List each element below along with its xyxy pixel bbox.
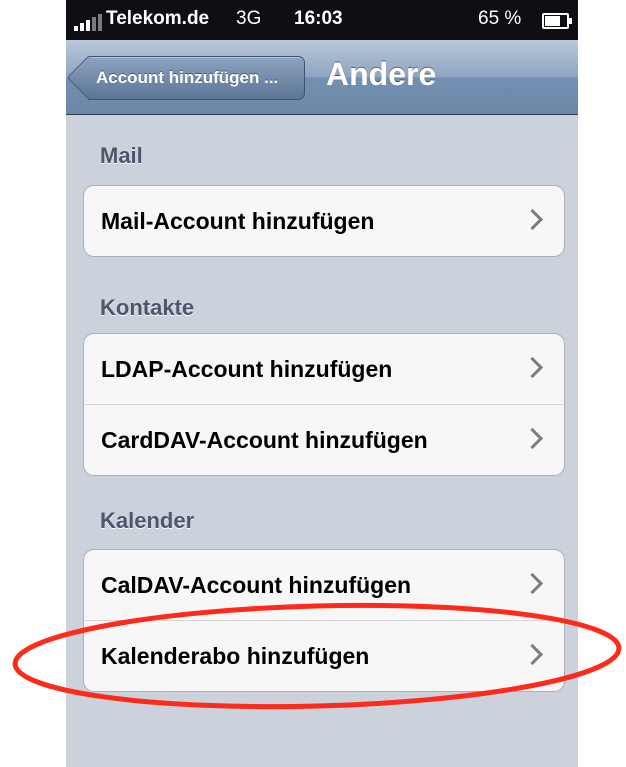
carrier-name: Telekom.de <box>106 8 210 29</box>
row-label: CardDAV-Account hinzufügen <box>101 427 428 453</box>
row-label: Kalenderabo hinzufügen <box>101 643 370 669</box>
row-kalenderabo[interactable]: Kalenderabo hinzufügen <box>84 620 564 691</box>
section-header-kontakte: Kontakte <box>100 295 195 320</box>
row-ldap-account[interactable]: LDAP-Account hinzufügen <box>84 334 564 404</box>
battery-icon <box>542 13 572 29</box>
row-caldav-account[interactable]: CalDAV-Account hinzufügen <box>84 550 564 620</box>
chevron-right-icon <box>521 572 544 595</box>
signal-icon <box>74 11 104 31</box>
row-carddav-account[interactable]: CardDAV-Account hinzufügen <box>84 404 564 475</box>
group-kalender: CalDAV-Account hinzufügen Kalenderabo hi… <box>83 549 565 692</box>
navigation-bar: Account hinzufügen ... Andere <box>66 40 578 115</box>
status-bar: Telekom.de 3G 16:03 65 % <box>66 0 578 40</box>
section-header-mail: Mail <box>100 143 143 168</box>
row-mail-account[interactable]: Mail-Account hinzufügen <box>84 186 564 256</box>
group-kontakte: LDAP-Account hinzufügen CardDAV-Account … <box>83 333 565 476</box>
row-label: Mail-Account hinzufügen <box>101 208 375 234</box>
chevron-right-icon <box>521 427 544 450</box>
group-mail: Mail-Account hinzufügen <box>83 185 565 257</box>
row-label: CalDAV-Account hinzufügen <box>101 572 412 598</box>
chevron-right-icon <box>521 208 544 231</box>
network-type: 3G <box>236 8 262 29</box>
phone-screen: Telekom.de 3G 16:03 65 % Account hinzufü… <box>66 0 578 767</box>
section-header-kalender: Kalender <box>100 508 195 533</box>
row-label: LDAP-Account hinzufügen <box>101 356 393 382</box>
page-title: Andere <box>326 56 437 92</box>
chevron-right-icon <box>521 356 544 379</box>
battery-percent: 65 % <box>478 8 522 29</box>
settings-list: Mail Mail-Account hinzufügen Kontakte LD… <box>66 115 578 767</box>
chevron-right-icon <box>521 643 544 666</box>
back-button-label: Account hinzufügen ... <box>96 68 279 87</box>
back-button[interactable]: Account hinzufügen ... <box>88 56 305 100</box>
clock: 16:03 <box>294 8 343 29</box>
